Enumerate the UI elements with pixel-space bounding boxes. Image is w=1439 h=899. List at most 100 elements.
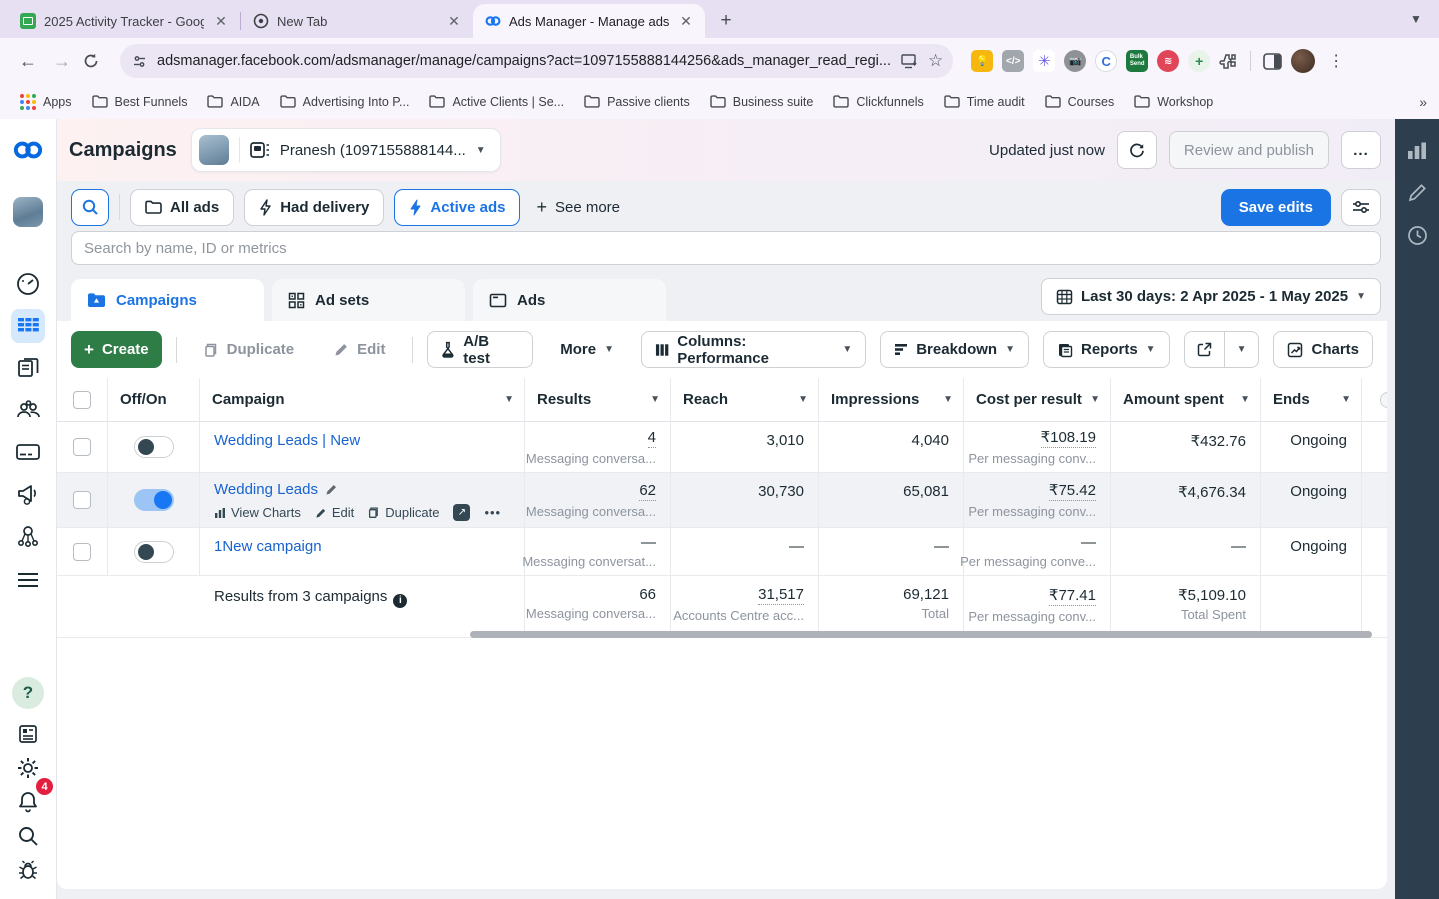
close-icon[interactable]: ✕	[677, 12, 695, 30]
date-range-selector[interactable]: Last 30 days: 2 Apr 2025 - 1 May 2025 ▼	[1041, 278, 1381, 315]
account-selector[interactable]: Pranesh (1097155888144... ▼	[191, 128, 501, 172]
edit-pencil-icon[interactable]	[1407, 183, 1427, 203]
close-icon[interactable]: ✕	[212, 12, 230, 30]
tab-campaigns[interactable]: Campaigns	[71, 279, 264, 321]
cost-value[interactable]: ₹108.19	[1041, 428, 1096, 448]
column-header-results[interactable]: Results▼	[525, 378, 671, 422]
edit-button[interactable]: Edit	[321, 331, 398, 368]
row-checkbox[interactable]	[57, 473, 108, 528]
meta-logo-icon[interactable]	[11, 133, 45, 167]
rename-pencil-icon[interactable]	[325, 483, 338, 496]
refresh-button[interactable]	[1117, 131, 1157, 169]
campaign-link[interactable]: 1New campaign	[214, 538, 510, 555]
reload-icon[interactable]	[82, 52, 110, 70]
bookmark-folder[interactable]: Best Funnels	[84, 91, 196, 113]
columns-button[interactable]: Columns: Performance ▼	[641, 331, 866, 368]
save-page-icon[interactable]	[901, 54, 918, 69]
campaigns-table-icon[interactable]	[11, 309, 45, 343]
filter-had-delivery[interactable]: Had delivery	[244, 189, 384, 226]
bookmark-folder[interactable]: Advertising Into P...	[272, 91, 418, 113]
browser-tab-ads-manager[interactable]: Ads Manager - Manage ads - ✕	[473, 4, 705, 38]
help-button[interactable]: ?	[12, 677, 44, 709]
cost-value[interactable]: ₹75.42	[1049, 481, 1096, 501]
column-header-off-on[interactable]: Off/On	[108, 378, 200, 422]
pages-icon[interactable]	[11, 351, 45, 385]
sort-caret-icon[interactable]: ▼	[504, 394, 514, 405]
browser-tab-new-tab[interactable]: New Tab ✕	[241, 4, 473, 38]
see-more-button[interactable]: + See more	[530, 197, 626, 218]
row-checkbox[interactable]	[57, 422, 108, 473]
search-icon[interactable]	[11, 819, 45, 853]
filter-settings-button[interactable]	[1341, 189, 1381, 226]
breakdown-button[interactable]: Breakdown ▼	[880, 331, 1029, 368]
column-header-impressions[interactable]: Impressions▼	[819, 378, 964, 422]
column-header-reach[interactable]: Reach▼	[671, 378, 819, 422]
duplicate-button[interactable]: Duplicate	[191, 331, 308, 368]
bookmarks-overflow-icon[interactable]: »	[1419, 94, 1427, 110]
audiences-icon[interactable]	[11, 393, 45, 427]
column-header-ends[interactable]: Ends▼	[1261, 378, 1362, 422]
campaign-link[interactable]: Wedding Leads	[214, 481, 510, 498]
notifications-bell-icon[interactable]: 4	[11, 785, 45, 819]
assets-network-icon[interactable]	[11, 519, 45, 553]
campaign-toggle[interactable]	[108, 528, 200, 576]
back-icon[interactable]: ←	[14, 51, 42, 72]
view-charts-action[interactable]: View Charts	[214, 505, 301, 520]
close-icon[interactable]: ✕	[445, 12, 463, 30]
bookmark-folder[interactable]: Active Clients | Se...	[421, 91, 572, 113]
review-and-publish-button[interactable]: Review and publish	[1169, 131, 1329, 169]
report-bug-icon[interactable]	[11, 853, 45, 887]
export-button[interactable]	[1185, 332, 1224, 367]
duplicate-action[interactable]: Duplicate	[368, 505, 439, 520]
export-options-button[interactable]: ▼	[1225, 332, 1259, 367]
site-info-icon[interactable]	[132, 54, 147, 69]
all-tools-menu-icon[interactable]	[11, 563, 45, 597]
extensions-puzzle-icon[interactable]	[1219, 52, 1238, 71]
side-panel-icon[interactable]	[1263, 53, 1282, 70]
updates-newspaper-icon[interactable]	[11, 717, 45, 751]
bookmark-star-icon[interactable]: ☆	[928, 51, 943, 71]
ext-camera-icon[interactable]: 📷	[1064, 50, 1086, 72]
column-header-cost-per-result[interactable]: Cost per result▼	[964, 378, 1111, 422]
filter-all-ads[interactable]: All ads	[130, 189, 234, 226]
history-clock-icon[interactable]	[1407, 225, 1428, 246]
campaign-link[interactable]: Wedding Leads | New	[214, 432, 510, 449]
create-button[interactable]: + Create	[71, 331, 162, 368]
overview-gauge-icon[interactable]	[11, 267, 45, 301]
tab-ads[interactable]: Ads	[473, 279, 666, 321]
sort-caret-icon[interactable]: ▼	[943, 394, 953, 405]
column-header-amount-spent[interactable]: Amount spent▼	[1111, 378, 1261, 422]
bookmark-folder[interactable]: Courses	[1037, 91, 1123, 113]
campaign-toggle[interactable]	[108, 422, 200, 473]
ads-megaphone-icon[interactable]	[11, 477, 45, 511]
address-bar[interactable]: adsmanager.facebook.com/adsmanager/manag…	[120, 44, 953, 78]
browser-tab-activity-tracker[interactable]: 2025 Activity Tracker - Googl ✕	[8, 4, 240, 38]
tab-search-chevron-icon[interactable]: ▼	[1403, 6, 1429, 32]
bookmark-folder[interactable]: Business suite	[702, 91, 822, 113]
totals-reach-value[interactable]: 31,517	[758, 586, 804, 605]
ext-code-icon[interactable]: </>	[1002, 50, 1024, 72]
row-more-icon[interactable]: •••	[484, 505, 501, 520]
header-more-button[interactable]: ...	[1341, 131, 1381, 169]
ab-test-button[interactable]: A/B test	[427, 331, 533, 368]
tab-ad-sets[interactable]: Ad sets	[272, 279, 465, 321]
business-avatar[interactable]	[13, 197, 43, 227]
ext-lightbulb-icon[interactable]: 💡	[971, 50, 993, 72]
browser-menu-icon[interactable]: ⋮	[1324, 51, 1348, 71]
sort-caret-icon[interactable]: ▼	[1240, 394, 1250, 405]
charts-button[interactable]: Charts	[1273, 331, 1373, 368]
reports-button[interactable]: Reports ▼	[1043, 331, 1170, 368]
new-tab-button[interactable]: +	[713, 10, 739, 32]
bookmark-folder[interactable]: Clickfunnels	[825, 91, 931, 113]
filter-active-ads[interactable]: Active ads	[394, 189, 520, 226]
save-edits-button[interactable]: Save edits	[1221, 189, 1331, 226]
totals-cost-value[interactable]: ₹77.41	[1049, 586, 1096, 606]
bookmark-folder[interactable]: Time audit	[936, 91, 1033, 113]
ext-plus-icon[interactable]: +	[1188, 50, 1210, 72]
info-icon[interactable]: i	[393, 594, 407, 608]
sort-caret-icon[interactable]: ▼	[1090, 394, 1100, 405]
results-value[interactable]: 4	[648, 429, 656, 448]
ext-snowflake-icon[interactable]: ✳	[1033, 50, 1055, 72]
sort-caret-icon[interactable]: ▼	[650, 394, 660, 405]
column-header-campaign[interactable]: Campaign▼	[200, 378, 525, 422]
